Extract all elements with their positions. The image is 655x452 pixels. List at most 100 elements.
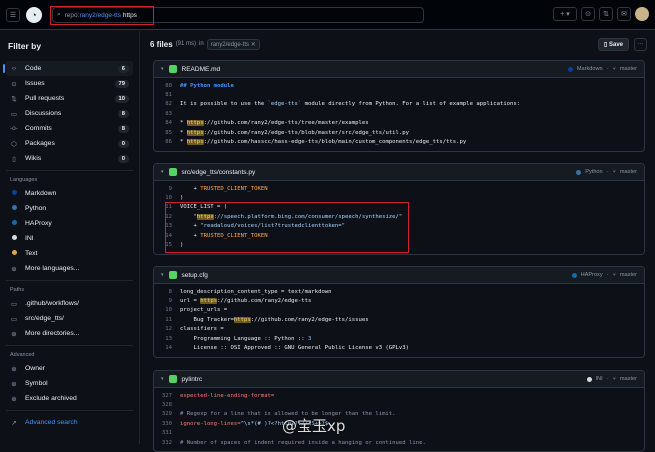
menu-button[interactable]: ☰ bbox=[6, 7, 20, 22]
close-icon[interactable]: ✕ bbox=[251, 42, 256, 48]
chevron-down-icon[interactable]: ▾ bbox=[161, 169, 164, 175]
chevron-down-icon[interactable]: ▾ bbox=[161, 376, 164, 382]
line-number[interactable]: 332 bbox=[154, 440, 180, 446]
path-item[interactable]: ▭ src/edge_tts/ bbox=[6, 311, 133, 326]
line-number[interactable]: 330 bbox=[154, 421, 180, 427]
line-number[interactable]: 81 bbox=[154, 92, 180, 98]
file-name-link[interactable]: pylintrc bbox=[182, 376, 203, 383]
sidebar-item-wikis[interactable]: ▯ Wikis 0 bbox=[6, 151, 133, 166]
kebab-icon: ··· bbox=[637, 41, 644, 47]
separator: · bbox=[606, 66, 609, 72]
watermark: @宝玉xp bbox=[282, 417, 346, 435]
file-language: Markdown bbox=[576, 66, 603, 72]
more-languages-button[interactable]: ⊕ More languages... bbox=[6, 261, 133, 276]
advanced-search-link[interactable]: ↗ Advanced search bbox=[6, 415, 133, 430]
count-badge: 8 bbox=[117, 124, 129, 133]
line-number[interactable]: 331 bbox=[154, 430, 180, 436]
advanced-owner[interactable]: ⊕ Owner bbox=[6, 361, 133, 376]
more-options-button[interactable]: ··· bbox=[634, 38, 647, 51]
language-text[interactable]: Text bbox=[6, 246, 133, 261]
language-dot-icon bbox=[10, 205, 18, 212]
sidebar-item-commits[interactable]: -o- Commits 8 bbox=[6, 121, 133, 136]
create-new-button[interactable]: + ▾ bbox=[553, 7, 577, 21]
line-number[interactable]: 8 bbox=[154, 289, 180, 295]
count-badge: 0 bbox=[117, 139, 129, 148]
branch-icon: ⑂ bbox=[612, 272, 616, 278]
avatar[interactable] bbox=[635, 7, 649, 21]
line-number[interactable]: 328 bbox=[154, 402, 180, 408]
file-language: INI bbox=[595, 376, 603, 382]
language-markdown[interactable]: Markdown bbox=[6, 186, 133, 201]
line-number[interactable]: 9 bbox=[154, 186, 180, 192]
line-number[interactable]: 82 bbox=[154, 101, 180, 107]
plus-icon: + ▾ bbox=[560, 11, 570, 18]
filter-sidebar: Filter by ‹› Code 6 ⊙ Issues 79 ⇅ Pull requests… bbox=[0, 31, 140, 444]
file-icon bbox=[168, 168, 177, 176]
sidebar-item-label: Pull requests bbox=[25, 95, 65, 102]
line-number[interactable]: 9 bbox=[154, 298, 180, 304]
line-number[interactable]: 86 bbox=[154, 139, 180, 145]
language-label: Markdown bbox=[25, 190, 57, 197]
sidebar-item-discussions[interactable]: ▭ Discussions 8 bbox=[6, 106, 133, 121]
line-content: Bug Tracker=https://github.com/rany2/edg… bbox=[180, 316, 369, 323]
line-number[interactable]: 14 bbox=[154, 345, 180, 351]
file-name-link[interactable]: setup.cfg bbox=[182, 272, 208, 279]
file-result: ▾ README.md Markdown · ⑂ master 80 ## Python mo… bbox=[153, 60, 645, 152]
file-name-link[interactable]: README.md bbox=[182, 66, 221, 73]
branch-name[interactable]: master bbox=[620, 376, 637, 382]
branch-name[interactable]: master bbox=[620, 66, 637, 72]
discussion-icon: ▭ bbox=[10, 110, 18, 118]
count-badge: 0 bbox=[117, 154, 129, 163]
issues-button[interactable]: ⊙ bbox=[581, 7, 595, 21]
line-content: It is possible to use the `edge-tts` mod… bbox=[180, 101, 520, 107]
repo-filter-chip[interactable]: rany2/edge-tts ✕ bbox=[206, 38, 260, 50]
sidebar-item-code[interactable]: ‹› Code 6 bbox=[3, 61, 133, 76]
folder-icon: ▭ bbox=[10, 300, 18, 308]
sidebar-item-packages[interactable]: ⬡ Packages 0 bbox=[6, 136, 133, 151]
results-header: 6 files (91 ms) in rany2/edge-tts ✕ bbox=[150, 31, 655, 57]
line-number[interactable]: 80 bbox=[154, 83, 180, 89]
line-number[interactable]: 12 bbox=[154, 326, 180, 332]
pull-requests-button[interactable]: ⇅ bbox=[599, 7, 613, 21]
language-python[interactable]: Python bbox=[6, 201, 133, 216]
code-token: 3 bbox=[307, 335, 312, 342]
code-token: + bbox=[180, 185, 201, 192]
file-name-link[interactable]: src/edge_tts/constants.py bbox=[182, 169, 256, 176]
sidebar-item-issues[interactable]: ⊙ Issues 79 bbox=[6, 76, 133, 91]
pull-request-icon: ⇅ bbox=[11, 95, 17, 103]
code-snippet: 80 ## Python module 81 82 It is possible to … bbox=[154, 78, 644, 151]
more-directories-button[interactable]: ⊕ More directories... bbox=[6, 326, 133, 341]
path-item[interactable]: ▭ .github/workflows/ bbox=[6, 296, 133, 311]
branch-name[interactable]: master bbox=[620, 272, 637, 278]
sidebar-item-pull-requests[interactable]: ⇅ Pull requests 10 bbox=[6, 91, 133, 106]
line-number[interactable]: 13 bbox=[154, 336, 180, 342]
language-ini[interactable]: INI bbox=[6, 231, 133, 246]
github-logo[interactable]: ◔ bbox=[26, 6, 42, 23]
code-line: 329 # Regexp for a line that is allowed t… bbox=[154, 410, 644, 419]
highlight-box bbox=[50, 6, 154, 25]
line-number[interactable]: 83 bbox=[154, 111, 180, 117]
advanced-symbol[interactable]: ⊕ Symbol bbox=[6, 376, 133, 391]
separator: · bbox=[606, 272, 609, 278]
save-button[interactable]: ▯ Save bbox=[598, 38, 629, 51]
line-number[interactable]: 85 bbox=[154, 130, 180, 136]
line-number[interactable]: 10 bbox=[154, 307, 180, 313]
code-line: 8 long_description_content_type = text/ma… bbox=[154, 287, 644, 296]
chevron-down-icon[interactable]: ▾ bbox=[161, 272, 164, 278]
save-label: Save bbox=[608, 42, 623, 48]
branch-name[interactable]: master bbox=[620, 169, 637, 175]
line-number[interactable]: 84 bbox=[154, 120, 180, 126]
line-content: classifiers = bbox=[180, 326, 224, 332]
chevron-down-icon[interactable]: ▾ bbox=[161, 66, 164, 72]
code-line: 83 bbox=[154, 109, 644, 118]
code-line: 10 project_urls = bbox=[154, 306, 644, 315]
inbox-button[interactable]: ✉ bbox=[617, 7, 631, 21]
count-badge: 10 bbox=[114, 94, 129, 103]
advanced-exclude-archived[interactable]: ⊕ Exclude archived bbox=[6, 391, 133, 406]
sidebar-item-label: Discussions bbox=[25, 110, 62, 117]
line-number[interactable]: 10 bbox=[154, 195, 180, 201]
line-number[interactable]: 11 bbox=[154, 317, 180, 323]
line-number[interactable]: 327 bbox=[154, 393, 180, 399]
line-number[interactable]: 329 bbox=[154, 411, 180, 417]
language-haproxy[interactable]: HAProxy bbox=[6, 216, 133, 231]
